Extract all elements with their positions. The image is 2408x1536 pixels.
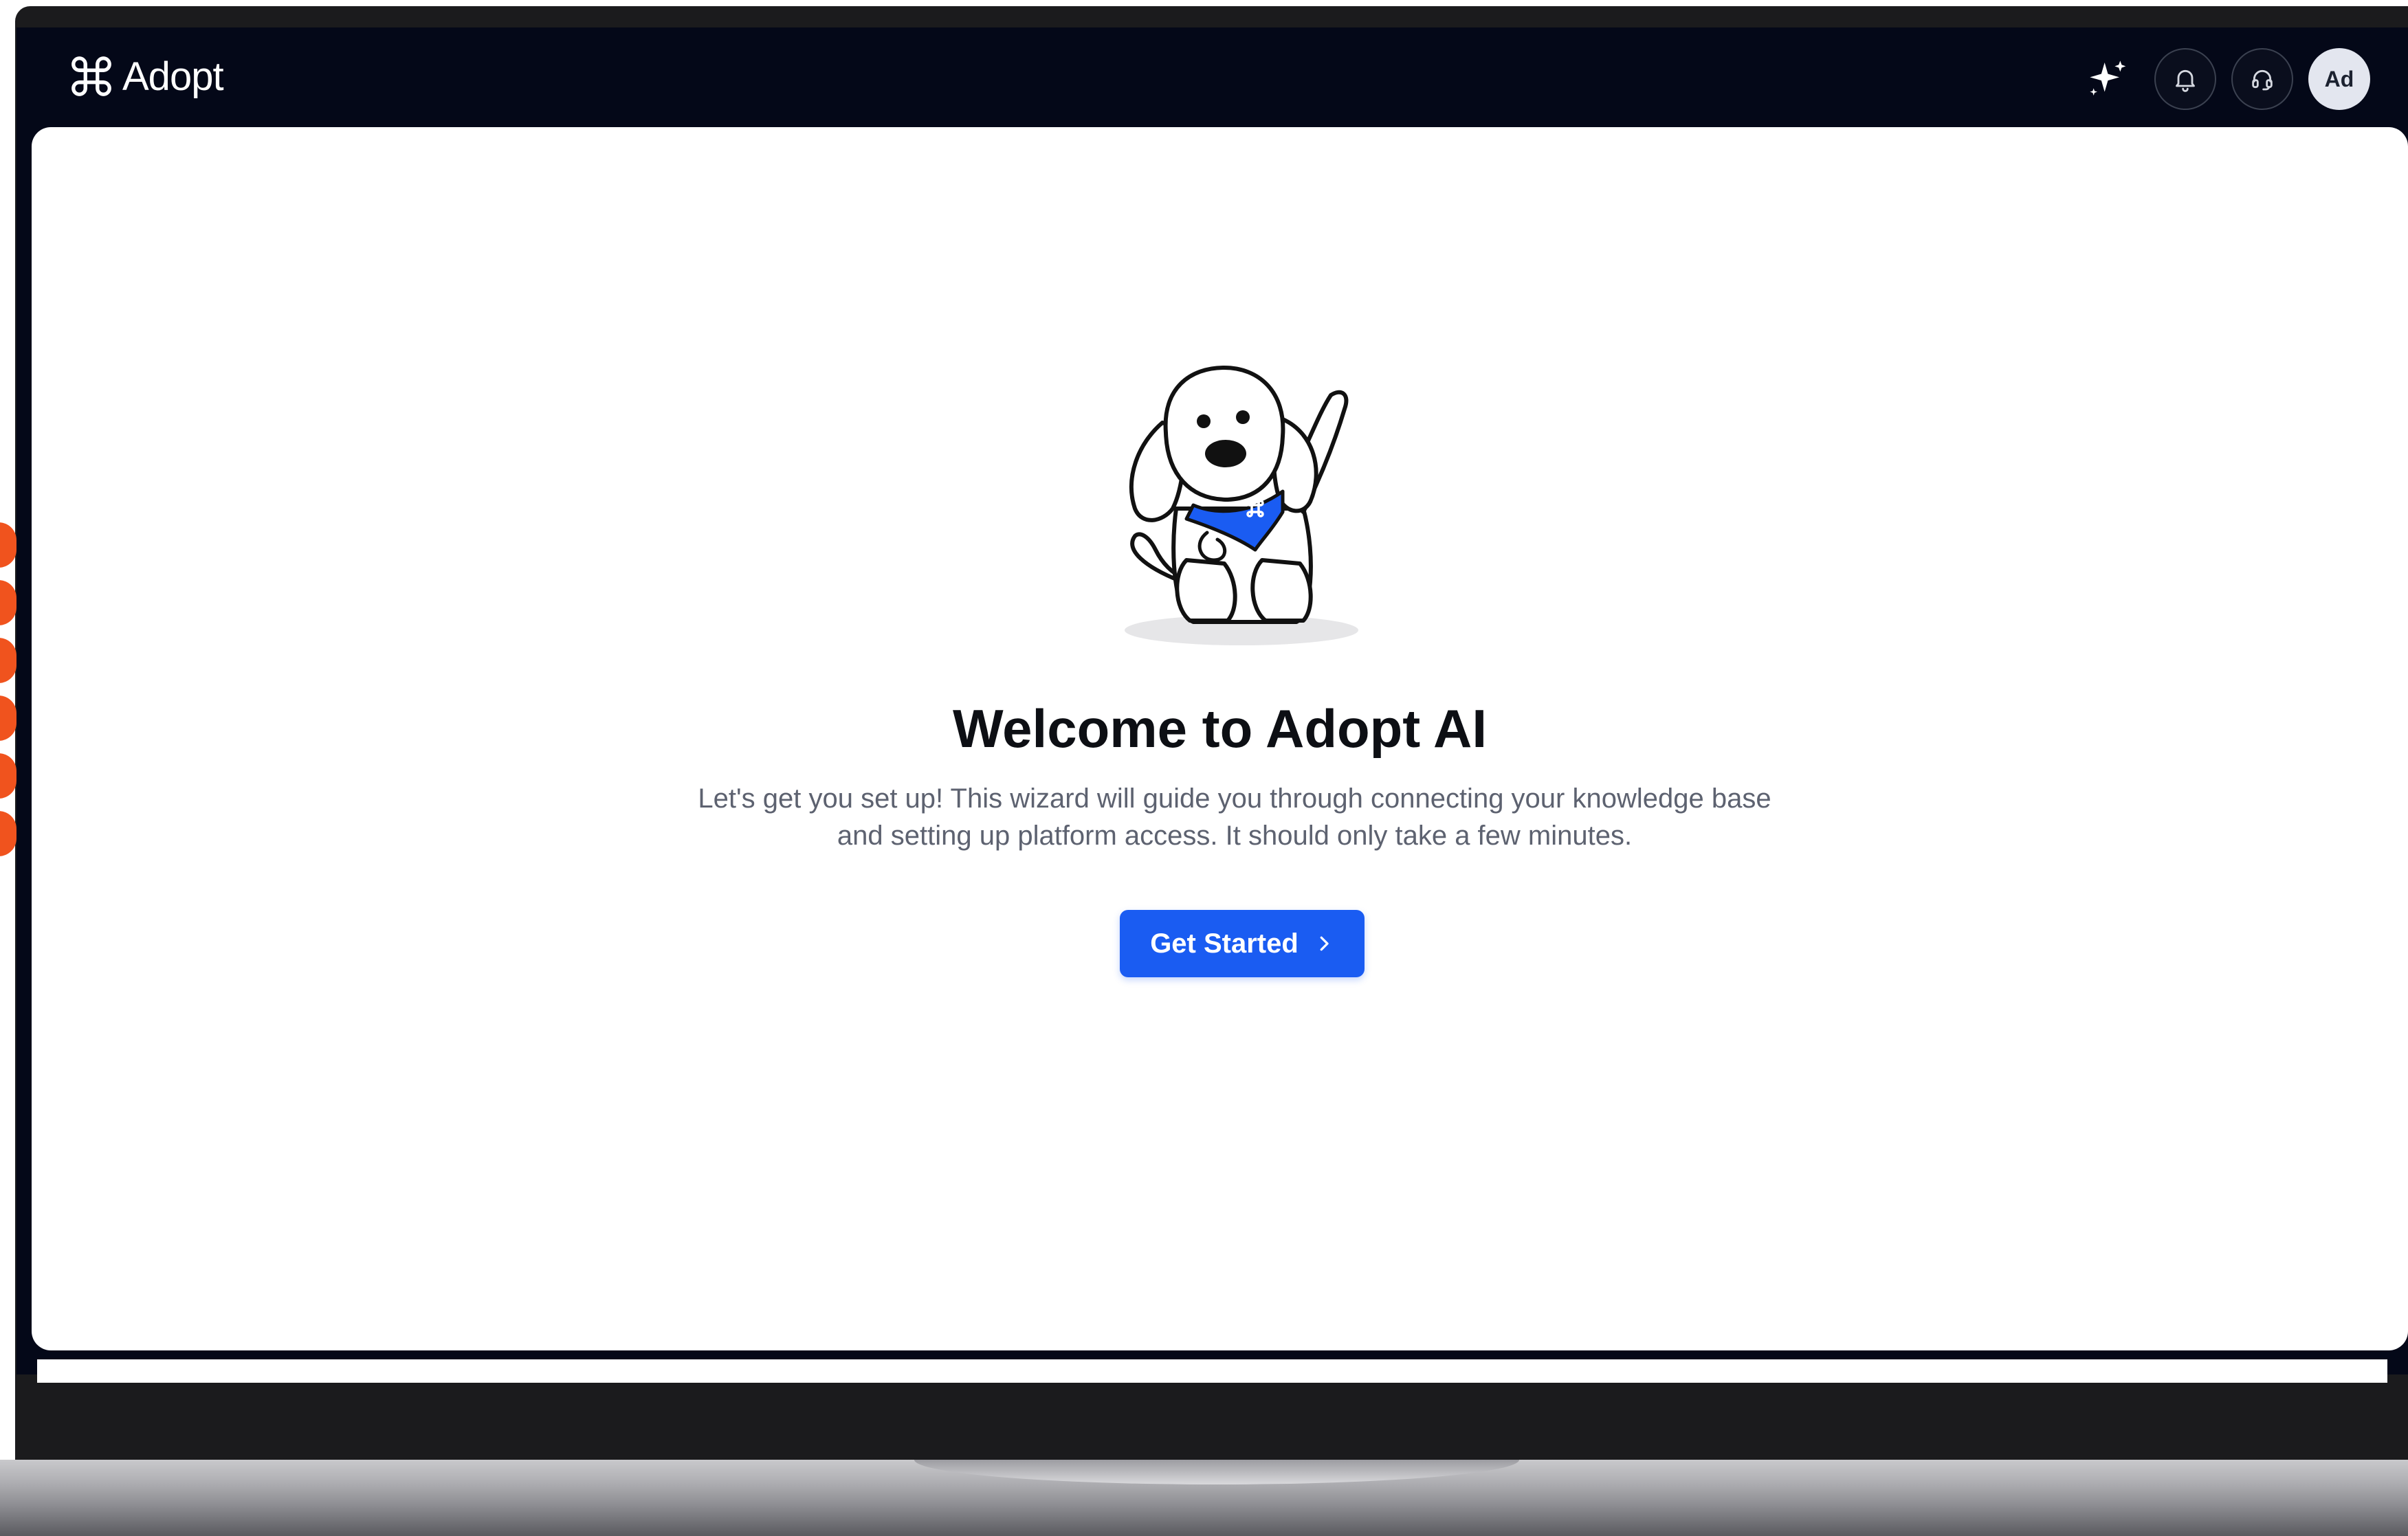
welcome-description: Let's get you set up! This wizard will g… [698, 783, 1771, 851]
side-tab [0, 580, 16, 625]
ai-sparkle-button[interactable] [2077, 48, 2139, 110]
chevron-right-icon [1320, 936, 1329, 951]
dog-mascot-illustration [1125, 366, 1358, 645]
page-title: Welcome to Adopt AI [952, 698, 1488, 759]
bell-icon [2176, 69, 2195, 92]
app-window: Adopt Ad Welcome to Adopt AI Let's get y… [16, 27, 2408, 1374]
command-key-icon [71, 56, 111, 96]
headset-icon [2252, 70, 2273, 91]
header-actions: Ad [2077, 47, 2370, 111]
logo-text: Adopt [122, 54, 224, 99]
sparkle-icon [2090, 60, 2126, 96]
get-started-label: Get Started [1150, 928, 1299, 959]
app-logo[interactable]: Adopt [67, 52, 224, 100]
side-tab [0, 695, 16, 741]
avatar[interactable]: Ad [2308, 48, 2370, 110]
side-tab [0, 811, 16, 856]
side-tab [0, 522, 16, 568]
top-bar: Adopt Ad [16, 27, 2408, 127]
support-button[interactable] [2231, 48, 2293, 110]
main-content: Welcome to Adopt AI Let's get you set up… [32, 127, 2408, 1350]
notifications-button[interactable] [2154, 48, 2216, 110]
side-tab [0, 638, 16, 683]
get-started-button[interactable]: Get Started [1120, 910, 1365, 977]
side-tab [0, 753, 16, 799]
screen-bottom-strip [37, 1359, 2387, 1383]
side-tabs [0, 522, 16, 866]
